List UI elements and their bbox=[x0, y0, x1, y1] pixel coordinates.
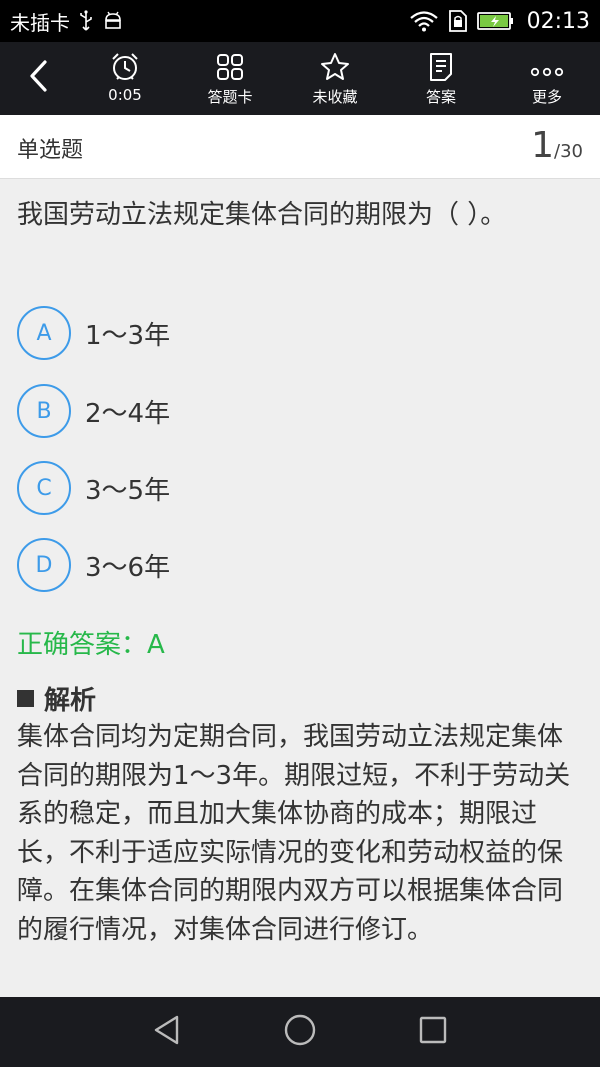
battery-charging-icon bbox=[476, 10, 515, 32]
question-counter: 1/30 bbox=[531, 125, 583, 166]
system-nav-bar bbox=[0, 997, 600, 1067]
option-text: 2～4年 bbox=[85, 398, 171, 429]
favorite-label: 未收藏 bbox=[312, 88, 358, 106]
status-bar: 未插卡 02:13 bbox=[0, 0, 600, 42]
option-letter: A bbox=[17, 306, 71, 360]
back-button[interactable] bbox=[18, 52, 58, 104]
option-a[interactable]: A 1～3年 bbox=[17, 303, 577, 363]
more-button[interactable]: 更多 bbox=[497, 50, 597, 108]
triangle-back-icon bbox=[152, 1014, 182, 1050]
more-label: 更多 bbox=[531, 88, 562, 106]
usb-icon bbox=[78, 10, 94, 32]
carrier-text: 未插卡 bbox=[10, 10, 70, 35]
timer-label: 0:05 bbox=[108, 86, 142, 104]
wifi-icon bbox=[409, 10, 439, 32]
favorite-button[interactable]: 未收藏 bbox=[285, 50, 385, 108]
nav-recents-button[interactable] bbox=[403, 1011, 463, 1053]
answer-card-button[interactable]: 答题卡 bbox=[180, 50, 280, 108]
timer-button[interactable]: 0:05 bbox=[75, 50, 175, 108]
answer-button[interactable]: 答案 bbox=[391, 50, 491, 108]
clock-text: 02:13 bbox=[526, 8, 590, 34]
correct-answer: 正确答案：A bbox=[17, 630, 165, 660]
option-letter: B bbox=[17, 384, 71, 438]
current-question-number: 1 bbox=[531, 125, 555, 166]
answer-card-label: 答题卡 bbox=[207, 88, 253, 106]
option-text: 3～5年 bbox=[85, 475, 171, 506]
option-letter: C bbox=[17, 461, 71, 515]
more-dots-icon bbox=[530, 50, 564, 82]
option-d[interactable]: D 3～6年 bbox=[17, 535, 577, 595]
alarm-clock-icon bbox=[110, 50, 140, 82]
option-c[interactable]: C 3～5年 bbox=[17, 458, 577, 518]
answer-label: 答案 bbox=[425, 88, 456, 106]
nav-home-button[interactable] bbox=[270, 1011, 330, 1053]
top-toolbar: 0:05 答题卡 未收藏 答案 更多 bbox=[0, 42, 600, 115]
question-type: 单选题 bbox=[17, 138, 84, 163]
analysis-title-text: 解析 bbox=[44, 686, 97, 716]
back-arrow-icon bbox=[27, 59, 49, 97]
star-outline-icon bbox=[320, 50, 350, 82]
question-header: 单选题 1/30 bbox=[0, 115, 600, 179]
android-debug-icon bbox=[102, 10, 124, 32]
square-recents-icon bbox=[418, 1015, 448, 1049]
option-text: 3～6年 bbox=[85, 552, 171, 583]
grid-icon bbox=[215, 50, 245, 82]
total-questions: /30 bbox=[554, 141, 583, 162]
square-bullet-icon bbox=[17, 690, 34, 707]
sim-lock-icon bbox=[447, 9, 469, 33]
analysis-heading: 解析 bbox=[17, 680, 96, 717]
document-icon bbox=[428, 50, 454, 82]
nav-back-button[interactable] bbox=[137, 1011, 197, 1053]
option-text: 1～3年 bbox=[85, 320, 171, 351]
option-letter: D bbox=[17, 538, 71, 592]
question-text: 我国劳动立法规定集体合同的期限为（ ）。 bbox=[17, 200, 507, 230]
circle-home-icon bbox=[283, 1013, 317, 1051]
option-b[interactable]: B 2～4年 bbox=[17, 381, 577, 441]
analysis-text: 集体合同均为定期合同，我国劳动立法规定集体合同的期限为1～3年。期限过短，不利于… bbox=[17, 722, 571, 945]
